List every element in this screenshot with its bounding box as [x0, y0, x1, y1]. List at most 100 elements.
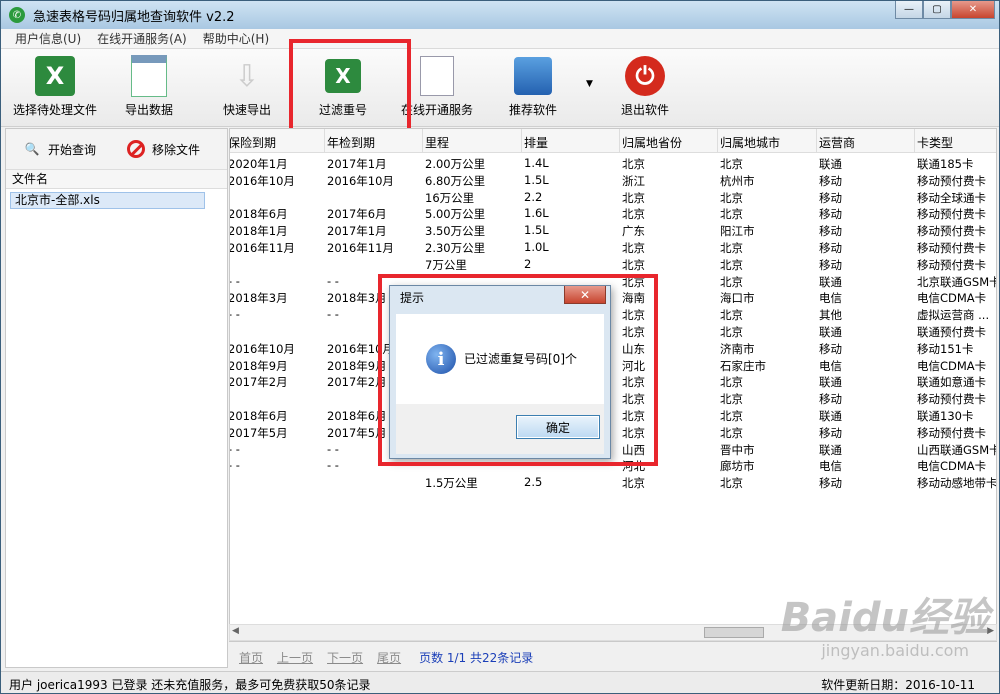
- column-header[interactable]: 归属地城市: [720, 134, 780, 151]
- table-cell: 移动预付费卡: [917, 173, 986, 188]
- table-cell: - -: [327, 458, 339, 473]
- column-separator[interactable]: [324, 129, 325, 153]
- table-cell: 联通: [819, 375, 842, 390]
- recommend-software-button[interactable]: 推荐软件: [509, 53, 557, 118]
- table-row[interactable]: 2016年11月 2016年11月 2.30万公里 1.0L 北京 北京 移动 移动预付费卡: [230, 239, 996, 256]
- table-row[interactable]: 16万公里 2.2 北京 北京 移动 移动全球通卡: [230, 189, 996, 206]
- file-actions: 🔍 开始查询 移除文件: [6, 129, 227, 169]
- file-panel: 🔍 开始查询 移除文件 文件名 北京市-全部.xls: [5, 128, 228, 668]
- table-cell: 2: [524, 256, 532, 271]
- table-cell: 2016年10月: [229, 341, 295, 356]
- page-info: 页数 1/1 共22条记录: [419, 651, 534, 665]
- select-file-label: 选择待处理文件: [13, 103, 98, 117]
- table-cell: 联通预付费卡: [917, 325, 986, 339]
- status-bar: 用户 joerica1993 已登录 还未充值服务，最多可免费获取50条记录 软…: [1, 671, 999, 693]
- table-cell: 阳江市: [720, 224, 755, 239]
- column-separator[interactable]: [619, 129, 620, 153]
- table-cell: 移动预付费卡: [917, 257, 986, 272]
- table-cell: 16万公里: [425, 190, 475, 205]
- status-update-date: 软件更新日期：2016-10-11: [821, 678, 975, 692]
- prev-page-link[interactable]: 上一页: [277, 649, 313, 666]
- exit-software-button[interactable]: ⏻ 退出软件: [621, 53, 669, 118]
- watermark-url: jingyan.baidu.com: [821, 641, 969, 660]
- table-cell: 联通: [819, 274, 842, 289]
- table-cell: 山西联通GSM卡: [917, 442, 997, 457]
- menu-help[interactable]: 帮助中心(H): [203, 30, 269, 47]
- table-cell: 北京: [720, 375, 743, 390]
- table-row[interactable]: 2018年6月 2017年6月 5.00万公里 1.6L 北京 北京 移动 移动预付费卡: [230, 205, 996, 222]
- table-cell: 北京: [622, 241, 645, 255]
- column-separator[interactable]: [521, 129, 522, 153]
- table-cell: 移动: [819, 224, 842, 239]
- table-cell: 5.00万公里: [425, 207, 486, 222]
- file-list-item[interactable]: 北京市-全部.xls: [10, 192, 205, 209]
- table-cell: 北京: [720, 409, 743, 423]
- file-list-header: 文件名: [6, 169, 227, 189]
- table-row[interactable]: 2018年1月 2017年1月 3.50万公里 1.5L 广东 阳江市 移动 移动预付费卡: [230, 222, 996, 239]
- export-data-button[interactable]: 导出数据: [125, 53, 173, 118]
- title-bar: ✆ 急速表格号码归属地查询软件 v2.2 — ▢ ✕: [1, 1, 999, 29]
- table-row[interactable]: 2016年10月 2016年10月 6.80万公里 1.5L 浙江 杭州市 移动 移动预付费卡: [230, 172, 996, 189]
- column-header[interactable]: 年检到期: [327, 134, 375, 151]
- column-separator[interactable]: [422, 129, 423, 153]
- table-cell: 联通如意通卡: [917, 375, 986, 390]
- table-cell: 移动: [819, 241, 842, 255]
- table-cell: 其他: [819, 308, 842, 323]
- online-service-button[interactable]: 在线开通服务: [401, 53, 473, 118]
- menu-online-service[interactable]: 在线开通服务(A): [97, 30, 187, 47]
- remove-file-button[interactable]: 移除文件: [126, 139, 200, 159]
- table-cell: 联通130卡: [917, 409, 974, 423]
- table-row[interactable]: 1.5万公里 2.5 北京 北京 移动 移动动感地带卡: [230, 474, 996, 491]
- table-cell: 2016年10月: [327, 173, 394, 188]
- table-row[interactable]: 7万公里 2 北京 北京 移动 移动预付费卡: [230, 256, 996, 273]
- menu-bar: 用户信息(U) 在线开通服务(A) 帮助中心(H): [1, 29, 999, 49]
- select-file-button[interactable]: X 选择待处理文件: [13, 53, 97, 118]
- pager: 首页 上一页 下一页 尾页 页数 1/1 共22条记录: [239, 649, 533, 666]
- table-cell: 北京: [720, 308, 743, 323]
- table-cell: 1.5L: [524, 172, 549, 187]
- table-cell: 海口市: [720, 291, 755, 306]
- dropdown-arrow-icon[interactable]: ▼: [586, 79, 593, 89]
- table-row[interactable]: 2020年1月 2017年1月 2.00万公里 1.4L 北京 北京 联通 联通185卡: [230, 155, 996, 172]
- start-query-button[interactable]: 🔍 开始查询: [22, 139, 97, 159]
- table-cell: 移动151卡: [917, 341, 974, 356]
- table-cell: 移动: [819, 425, 842, 440]
- magnifier-icon: 🔍: [24, 142, 40, 156]
- column-header[interactable]: 卡类型: [917, 134, 953, 151]
- table-cell: 移动: [819, 173, 842, 188]
- menu-user-info[interactable]: 用户信息(U): [15, 30, 81, 47]
- last-page-link[interactable]: 尾页: [377, 649, 401, 666]
- column-header[interactable]: 运营商: [819, 134, 855, 151]
- column-header[interactable]: 里程: [425, 134, 449, 151]
- table-cell: 移动: [819, 392, 842, 407]
- column-separator[interactable]: [717, 129, 718, 153]
- table-cell: 北京: [720, 190, 743, 205]
- scroll-left-icon[interactable]: ◀: [232, 626, 239, 636]
- column-header[interactable]: 保险到期: [230, 134, 276, 151]
- table-cell: 1.6L: [524, 206, 549, 221]
- minimize-button[interactable]: —: [895, 1, 923, 19]
- column-separator[interactable]: [914, 129, 915, 153]
- maximize-button[interactable]: ▢: [923, 1, 951, 19]
- next-page-link[interactable]: 下一页: [327, 649, 363, 666]
- table-cell: 北京: [720, 392, 743, 407]
- close-button[interactable]: ✕: [951, 1, 995, 19]
- scroll-thumb[interactable]: [704, 627, 764, 638]
- first-page-link[interactable]: 首页: [239, 649, 263, 666]
- table-cell: 北京: [720, 241, 743, 255]
- table-cell: 晋中市: [720, 442, 755, 457]
- column-separator[interactable]: [816, 129, 817, 153]
- table-cell: 移动: [819, 476, 842, 491]
- table-cell: 电信CDMA卡: [917, 291, 987, 306]
- column-header[interactable]: 归属地省份: [622, 134, 682, 151]
- export-data-label: 导出数据: [125, 103, 174, 117]
- table-cell: 廊坊市: [720, 459, 755, 474]
- quick-export-button[interactable]: ⇩ 快速导出: [223, 53, 271, 118]
- table-cell: 电信: [819, 358, 842, 373]
- column-header[interactable]: 排量: [524, 134, 548, 151]
- table-cell: - -: [229, 273, 240, 288]
- table-cell: 移动预付费卡: [917, 392, 986, 407]
- highlight-box-dialog: [378, 274, 658, 466]
- ban-icon: [126, 139, 146, 159]
- table-cell: - -: [327, 273, 339, 288]
